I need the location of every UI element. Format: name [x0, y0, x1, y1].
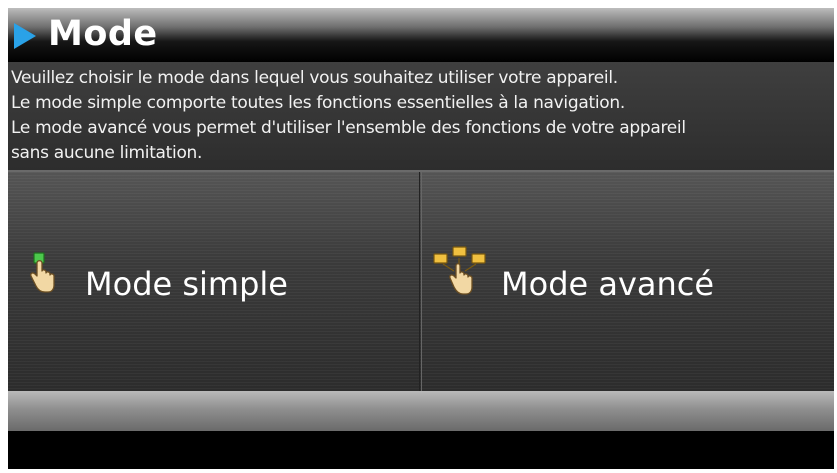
mode-selection-area: Mode simple Mode avancé — [8, 172, 834, 391]
hand-multi-pointer-icon — [433, 246, 486, 295]
page-title: Mode — [48, 14, 158, 54]
bottom-bar — [8, 391, 834, 431]
footer — [8, 431, 834, 469]
description-line: Le mode simple comporte toutes les fonct… — [11, 93, 625, 113]
play-arrow-icon — [14, 23, 36, 49]
mode-screen: Mode Veuillez choisir le mode dans leque… — [8, 8, 834, 469]
simple-mode-label: Mode simple — [85, 265, 288, 303]
description-line: Le mode avancé vous permet d'utiliser l'… — [11, 118, 686, 138]
description-line: Veuillez choisir le mode dans lequel vou… — [11, 68, 618, 88]
advanced-mode-button[interactable]: Mode avancé — [421, 172, 834, 391]
advanced-mode-label: Mode avancé — [501, 265, 715, 303]
simple-mode-button[interactable]: Mode simple — [8, 172, 420, 391]
description-panel: Veuillez choisir le mode dans lequel vou… — [8, 62, 834, 172]
hand-pointer-icon — [30, 252, 55, 293]
description-line: sans aucune limitation. — [11, 143, 203, 163]
title-bar: Mode — [8, 8, 834, 62]
